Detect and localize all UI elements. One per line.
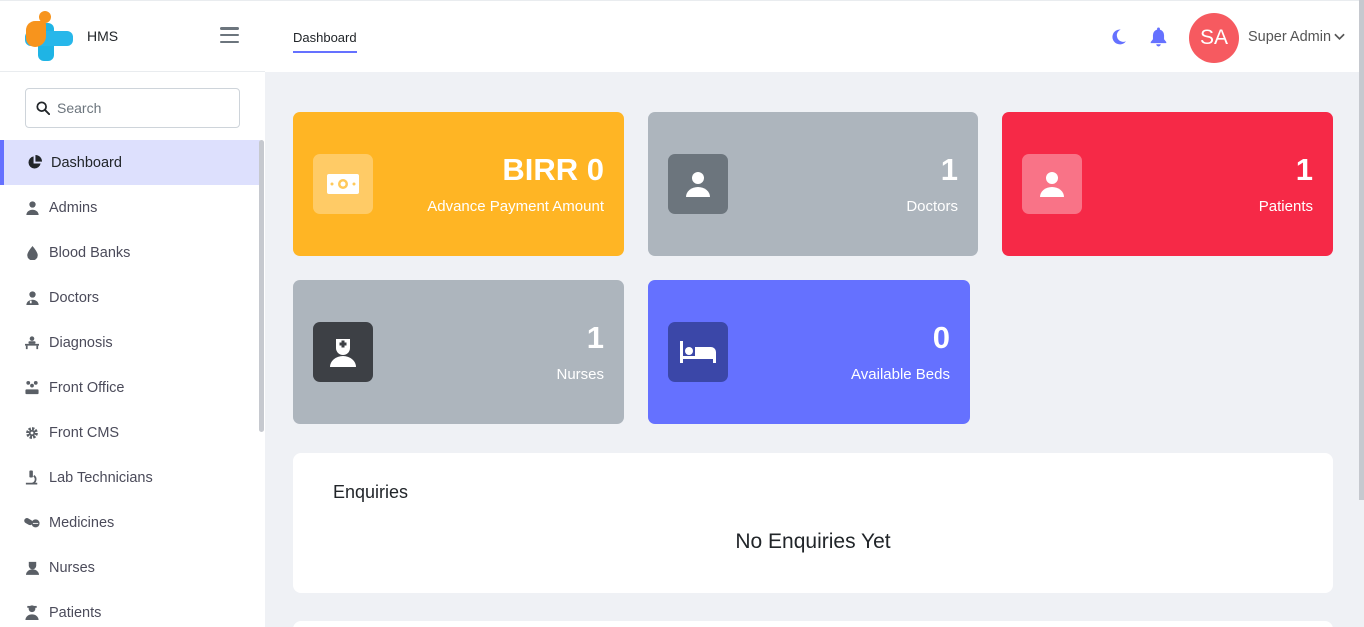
user-icon (1022, 154, 1082, 214)
sidebar-item-medicines[interactable]: Medicines (0, 500, 260, 545)
money-icon (313, 154, 373, 214)
sidebar-item-nurses[interactable]: Nurses (0, 545, 260, 590)
user-menu[interactable]: Super Admin (1248, 29, 1345, 45)
sidebar-item-label: Front Office (49, 379, 125, 396)
search-input[interactable] (57, 100, 227, 116)
pie-chart-icon (26, 155, 42, 171)
card-label: Nurses (556, 366, 604, 383)
tab-dashboard[interactable]: Dashboard (293, 30, 357, 53)
sidebar-item-label: Admins (49, 199, 98, 216)
sidebar-item-label: Patients (49, 604, 102, 621)
card-label: Patients (1258, 198, 1313, 215)
hms-logo (25, 11, 75, 61)
sidebar-scrollbar[interactable] (259, 140, 264, 432)
doctors-card[interactable]: 1 Doctors (648, 112, 978, 256)
sidebar-item-label: Front CMS (49, 424, 120, 441)
brand-name: HMS (87, 28, 119, 44)
next-panel (293, 621, 1333, 627)
enquiries-panel: Enquiries No Enquiries Yet (293, 453, 1333, 593)
sidebar-item-patients[interactable]: Patients (0, 590, 260, 627)
enquiries-title: Enquiries (333, 482, 409, 502)
sidebar-item-admins[interactable]: Admins (0, 185, 260, 230)
sidebar-item-dashboard[interactable]: Dashboard (0, 140, 260, 185)
sidebar-item-blood-banks[interactable]: Blood Banks (0, 230, 260, 275)
nurse-icon (313, 322, 373, 382)
sidebar-item-label: Diagnosis (49, 334, 113, 351)
user-name: Super Admin (1248, 29, 1332, 45)
diagnosis-icon (24, 335, 40, 351)
advance-payment-card[interactable]: BIRR 0 Advance Payment Amount (293, 112, 624, 256)
dark-mode-moon-icon[interactable] (1110, 28, 1127, 51)
nurses-card[interactable]: 1 Nurses (293, 280, 624, 424)
nurse-icon (24, 560, 40, 576)
sidebar-item-label: Nurses (49, 559, 95, 576)
sidebar-item-lab-technicians[interactable]: Lab Technicians (0, 455, 260, 500)
menu-toggle-icon[interactable] (220, 27, 239, 43)
sidebar-item-front-office[interactable]: Front Office (0, 365, 260, 410)
sidebar: HMS Dashboard Admins Blood Banks (0, 0, 265, 627)
sidebar-item-label: Doctors (49, 289, 99, 306)
sidebar-item-label: Lab Technicians (49, 469, 153, 486)
search-icon (36, 101, 50, 115)
card-value: 0 (932, 320, 950, 355)
gear-icon (24, 425, 40, 441)
card-value: 1 (940, 152, 958, 187)
chevron-down-icon (1334, 33, 1345, 41)
sidebar-item-front-cms[interactable]: Front CMS (0, 410, 260, 455)
sidebar-menu: Dashboard Admins Blood Banks Doctors Dia… (0, 140, 260, 627)
card-value: 1 (586, 320, 604, 355)
front-office-icon (24, 380, 40, 396)
sidebar-item-label: Medicines (49, 514, 115, 531)
page-scrollbar[interactable] (1359, 0, 1364, 500)
card-label: Doctors (906, 198, 958, 215)
top-header: Dashboard SA Super Admin (265, 0, 1364, 72)
bed-icon (668, 322, 728, 382)
notification-bell-icon[interactable] (1149, 27, 1168, 52)
sidebar-search[interactable] (25, 88, 240, 128)
avatar[interactable]: SA (1189, 13, 1239, 63)
card-value: 1 (1295, 152, 1313, 187)
card-label: Available Beds (851, 366, 950, 383)
sidebar-item-diagnosis[interactable]: Diagnosis (0, 320, 260, 365)
patient-icon (24, 605, 40, 621)
blood-drop-icon (24, 245, 40, 261)
sidebar-item-label: Dashboard (51, 154, 122, 171)
patients-card[interactable]: 1 Patients (1002, 112, 1333, 256)
doctor-icon (24, 290, 40, 306)
card-value: BIRR 0 (502, 152, 604, 187)
pills-icon (24, 515, 40, 531)
available-beds-card[interactable]: 0 Available Beds (648, 280, 970, 424)
user-icon (668, 154, 728, 214)
sidebar-item-label: Blood Banks (49, 244, 131, 261)
card-label: Advance Payment Amount (427, 198, 604, 215)
user-icon (24, 200, 40, 216)
enquiries-empty-message: No Enquiries Yet (735, 530, 891, 553)
microscope-icon (24, 470, 40, 486)
sidebar-item-doctors[interactable]: Doctors (0, 275, 260, 320)
